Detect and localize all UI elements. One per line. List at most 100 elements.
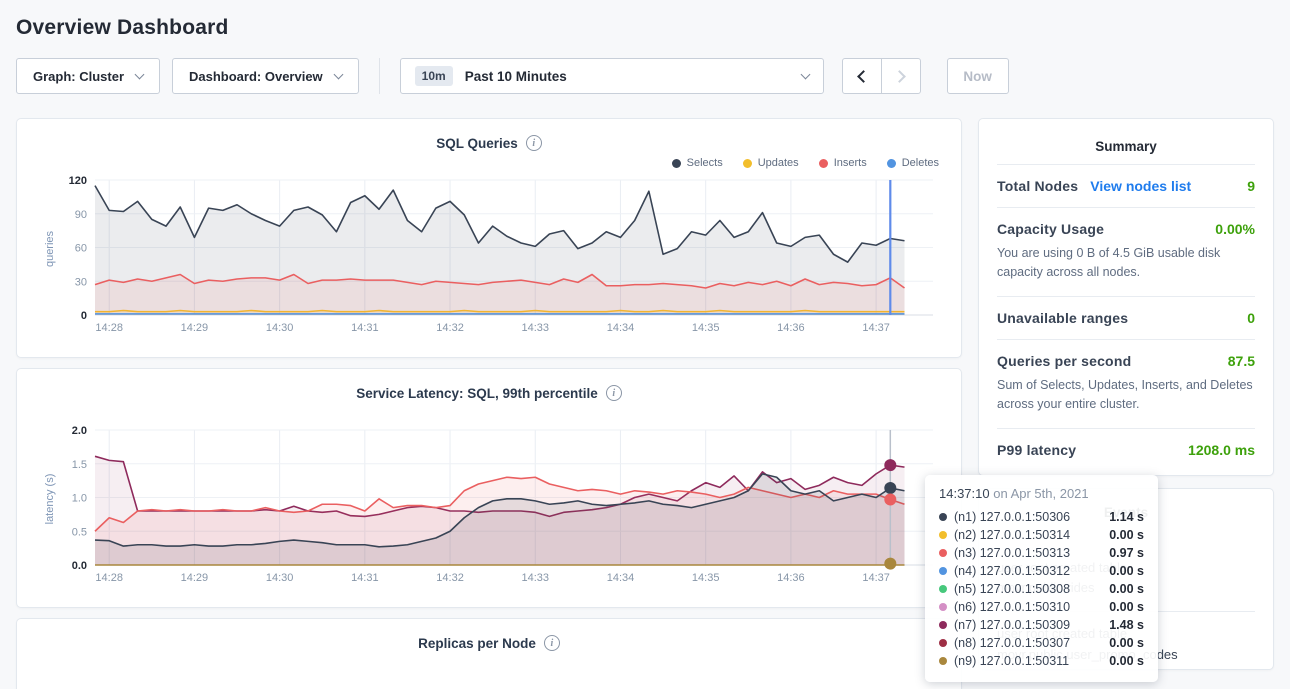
dashboard-dropdown-label: Dashboard: Overview: [189, 69, 323, 84]
latency-chart[interactable]: 14:2814:2914:3014:3114:3214:3314:3414:35…: [51, 423, 939, 585]
svg-text:14:34: 14:34: [607, 572, 635, 584]
summary-title: Summary: [997, 133, 1255, 164]
node-address: (n9) 127.0.0.1:50311: [954, 654, 1103, 668]
legend-label: Updates: [758, 157, 799, 169]
svg-text:14:35: 14:35: [692, 572, 720, 584]
tooltip-node-row: (n5) 127.0.0.1:503080.00 s: [939, 580, 1144, 598]
node-latency-value: 0.00 s: [1103, 564, 1144, 578]
capacity-usage-label: Capacity Usage: [997, 221, 1104, 237]
legend-item[interactable]: Deletes: [887, 155, 939, 171]
total-nodes-row: Total Nodes View nodes list 9: [997, 164, 1255, 207]
node-address: (n6) 127.0.0.1:50310: [954, 600, 1103, 614]
sql-queries-chart-title: SQL Queries: [436, 136, 518, 151]
node-latency-value: 1.48 s: [1103, 618, 1144, 632]
replicas-chart-card: Replicas per Node i: [16, 618, 962, 689]
unavailable-ranges-label: Unavailable ranges: [997, 310, 1128, 326]
svg-text:14:36: 14:36: [777, 322, 805, 334]
node-latency-value: 0.00 s: [1103, 528, 1144, 542]
legend-label: Deletes: [902, 157, 939, 169]
svg-text:14:28: 14:28: [95, 572, 123, 584]
node-dot-icon: [939, 549, 947, 557]
legend-item[interactable]: Selects: [672, 155, 723, 171]
svg-text:14:31: 14:31: [351, 572, 379, 584]
info-icon[interactable]: i: [544, 635, 560, 651]
queries-per-second-description: Sum of Selects, Updates, Inserts, and De…: [997, 376, 1255, 415]
legend-item[interactable]: Inserts: [819, 155, 867, 171]
time-next-button[interactable]: [881, 58, 921, 94]
chart-title-row: SQL Queries i: [33, 133, 945, 153]
graph-dropdown-label: Graph: Cluster: [33, 69, 124, 84]
tooltip-node-row: (n4) 127.0.0.1:503120.00 s: [939, 562, 1144, 580]
now-button[interactable]: Now: [947, 58, 1009, 94]
time-prev-button[interactable]: [842, 58, 882, 94]
chart-title-row: Replicas per Node i: [33, 633, 945, 653]
svg-text:14:37: 14:37: [862, 572, 890, 584]
page-title: Overview Dashboard: [16, 0, 1274, 58]
svg-text:0.0: 0.0: [72, 560, 87, 572]
node-address: (n4) 127.0.0.1:50312: [954, 564, 1103, 578]
capacity-usage-description: You are using 0 B of 4.5 GiB usable disk…: [997, 244, 1255, 283]
tooltip-node-row: (n7) 127.0.0.1:503091.48 s: [939, 616, 1144, 634]
legend-dot-icon: [672, 159, 681, 168]
time-range-badge: 10m: [415, 66, 453, 86]
node-address: (n3) 127.0.0.1:50313: [954, 546, 1103, 560]
time-range-dropdown[interactable]: 10m Past 10 Minutes: [400, 58, 824, 94]
info-icon[interactable]: i: [606, 385, 622, 401]
latency-chart-title: Service Latency: SQL, 99th percentile: [356, 386, 598, 401]
svg-text:14:32: 14:32: [436, 322, 464, 334]
svg-text:60: 60: [75, 243, 87, 255]
graph-dropdown[interactable]: Graph: Cluster: [16, 58, 160, 94]
chevron-left-icon: [857, 70, 870, 83]
sql-queries-chart[interactable]: 14:2814:2914:3014:3114:3214:3314:3414:35…: [51, 173, 939, 335]
queries-per-second-row: Queries per second 87.5 Sum of Selects, …: [997, 339, 1255, 428]
node-latency-value: 0.00 s: [1103, 654, 1144, 668]
sql-queries-plot-area: queries 14:2814:2914:3014:3114:3214:3314…: [33, 173, 945, 335]
tooltip-node-row: (n1) 127.0.0.1:503061.14 s: [939, 508, 1144, 526]
node-dot-icon: [939, 531, 947, 539]
p99-latency-row: P99 latency 1208.0 ms: [997, 428, 1255, 471]
total-nodes-value: 9: [1247, 178, 1255, 194]
svg-text:14:37: 14:37: [862, 322, 890, 334]
node-dot-icon: [939, 657, 947, 665]
charts-column: SQL Queries i Selects Updates Inserts Delet…: [16, 118, 962, 689]
view-nodes-list-link[interactable]: View nodes list: [1090, 178, 1191, 194]
tooltip-node-row: (n8) 127.0.0.1:503070.00 s: [939, 634, 1144, 652]
svg-text:120: 120: [69, 175, 87, 187]
node-dot-icon: [939, 621, 947, 629]
node-address: (n5) 127.0.0.1:50308: [954, 582, 1103, 596]
node-latency-value: 0.00 s: [1103, 600, 1144, 614]
summary-card: Summary Total Nodes View nodes list 9 Ca…: [978, 118, 1274, 476]
tooltip-date: on Apr 5th, 2021: [993, 486, 1088, 501]
tooltip-node-row: (n6) 127.0.0.1:503100.00 s: [939, 598, 1144, 616]
legend-dot-icon: [887, 159, 896, 168]
unavailable-ranges-value: 0: [1247, 310, 1255, 326]
node-dot-icon: [939, 639, 947, 647]
node-address: (n2) 127.0.0.1:50314: [954, 528, 1103, 542]
svg-text:90: 90: [75, 209, 87, 221]
svg-text:14:36: 14:36: [777, 572, 805, 584]
p99-latency-value: 1208.0 ms: [1188, 442, 1255, 458]
legend-dot-icon: [743, 159, 752, 168]
p99-latency-label: P99 latency: [997, 442, 1076, 458]
tooltip-rows: (n1) 127.0.0.1:503061.14 s (n2) 127.0.0.1…: [939, 508, 1144, 670]
svg-text:14:30: 14:30: [266, 572, 294, 584]
node-dot-icon: [939, 603, 947, 611]
time-range-label: Past 10 Minutes: [465, 69, 567, 84]
svg-text:14:28: 14:28: [95, 322, 123, 334]
info-icon[interactable]: i: [526, 135, 542, 151]
capacity-usage-value: 0.00%: [1215, 221, 1255, 237]
chevron-down-icon: [800, 69, 810, 79]
tooltip-node-row: (n3) 127.0.0.1:503130.97 s: [939, 544, 1144, 562]
tooltip-node-row: (n9) 127.0.0.1:503110.00 s: [939, 652, 1144, 670]
legend-dot-icon: [819, 159, 828, 168]
legend-item[interactable]: Updates: [743, 155, 799, 171]
dashboard-dropdown[interactable]: Dashboard: Overview: [172, 58, 359, 94]
svg-text:14:35: 14:35: [692, 322, 720, 334]
node-address: (n1) 127.0.0.1:50306: [954, 510, 1103, 524]
controls-bar: Graph: Cluster Dashboard: Overview 10m P…: [16, 58, 1274, 94]
sql-queries-chart-card: SQL Queries i Selects Updates Inserts Delet…: [16, 118, 962, 358]
svg-text:0.5: 0.5: [72, 526, 87, 538]
svg-text:2.0: 2.0: [72, 425, 87, 437]
node-dot-icon: [939, 513, 947, 521]
svg-text:14:31: 14:31: [351, 322, 379, 334]
